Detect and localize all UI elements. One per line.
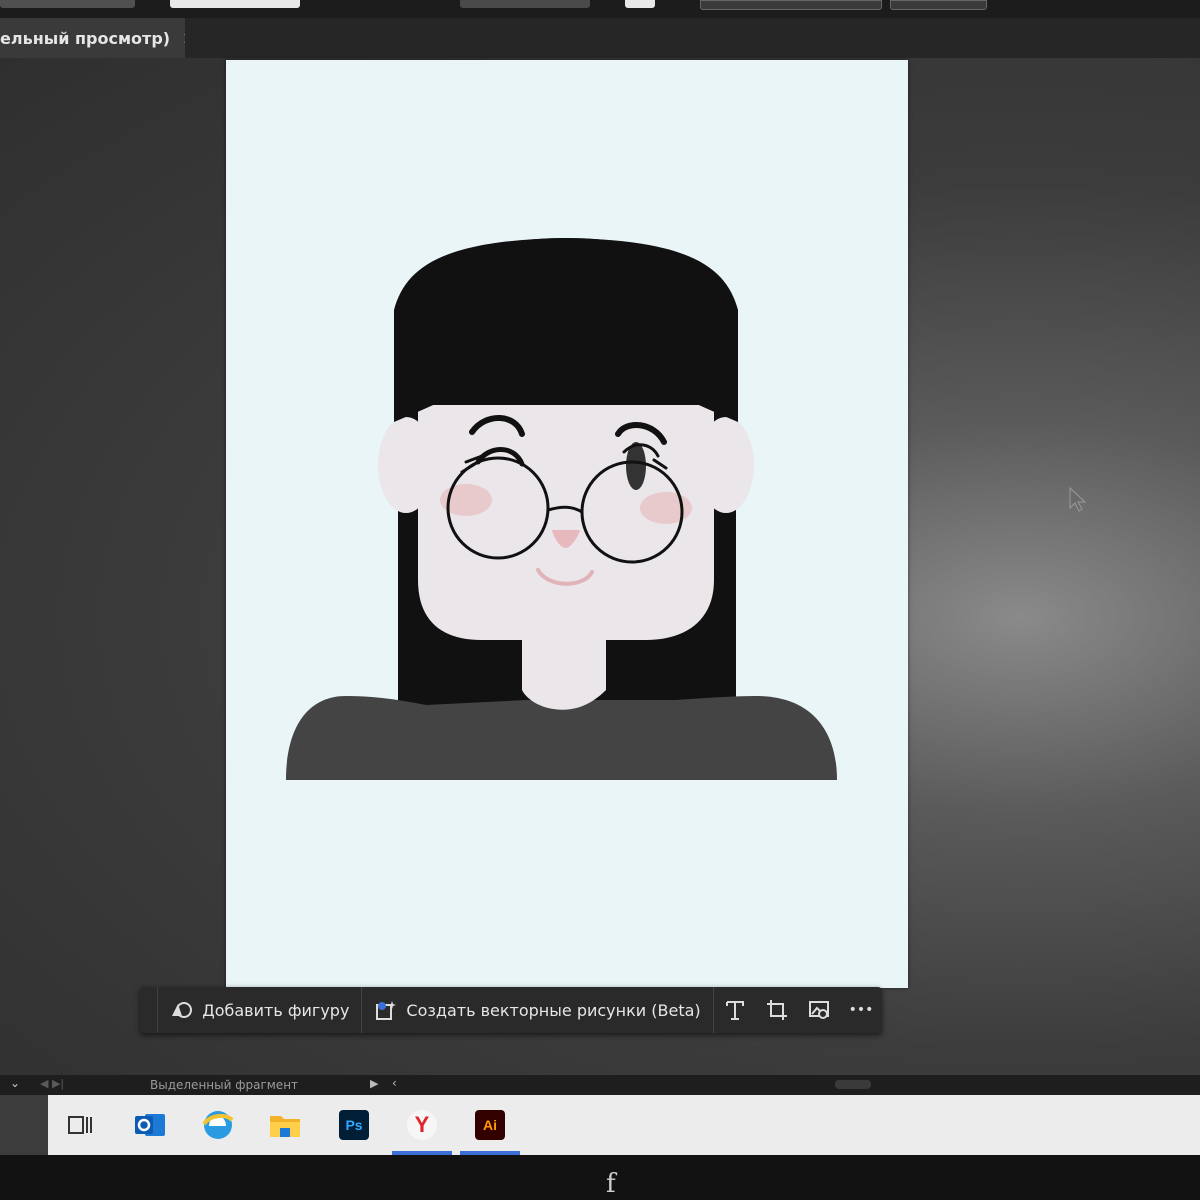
contextual-task-bar: Добавить фигуру Создать векторные рисунк… xyxy=(140,987,882,1033)
photoshop-button[interactable]: Ps xyxy=(336,1107,372,1143)
play-icon[interactable]: ▶ xyxy=(370,1077,378,1090)
crop-artboard-button[interactable] xyxy=(756,987,798,1033)
task-view-icon xyxy=(68,1116,92,1134)
add-shape-button[interactable]: Добавить фигуру xyxy=(158,987,363,1033)
edge-icon xyxy=(202,1111,234,1139)
menu-control[interactable] xyxy=(170,0,300,8)
scroll-left-icon[interactable]: ‹ xyxy=(392,1076,397,1090)
document-tab[interactable]: ельный просмотр) × xyxy=(0,18,197,58)
tab-bar xyxy=(185,18,1200,58)
document-setup-button[interactable] xyxy=(700,0,882,10)
menu-control[interactable] xyxy=(460,0,590,8)
drag-handle[interactable] xyxy=(140,987,159,1033)
horizontal-scrollbar[interactable] xyxy=(835,1080,871,1089)
photoshop-icon: Ps xyxy=(339,1110,369,1140)
text-tool-icon xyxy=(725,1001,744,1020)
collapse-icon[interactable]: ⌄ xyxy=(10,1076,20,1090)
preferences-button[interactable] xyxy=(890,0,987,10)
status-bar: ⌄ ◀ ▶| Выделенный фрагмент ▶ ‹ xyxy=(0,1075,1200,1095)
monitor-bezel: f xyxy=(0,1155,1200,1200)
artboard-navigation[interactable]: ◀ ▶| xyxy=(40,1077,64,1090)
illustrator-label: Ai xyxy=(483,1117,497,1133)
crop-artboard-icon xyxy=(766,1000,787,1020)
file-explorer-button[interactable] xyxy=(267,1107,303,1143)
file-explorer-icon xyxy=(270,1116,300,1137)
illustrator-icon: Ai xyxy=(475,1110,505,1140)
task-view-button[interactable] xyxy=(62,1107,98,1143)
yandex-label: Y xyxy=(414,1112,430,1137)
more-options-button[interactable]: ••• xyxy=(840,987,882,1033)
top-menu-strip xyxy=(0,0,1200,18)
add-shape-label: Добавить фигуру xyxy=(202,1000,350,1020)
text-tool-button[interactable] xyxy=(714,987,756,1033)
shape-icon xyxy=(172,1002,193,1018)
generate-vectors-label: Создать векторные рисунки (Beta) xyxy=(406,1000,701,1020)
artboard[interactable] xyxy=(226,60,908,988)
cursor-icon xyxy=(1069,486,1087,512)
image-trace-button[interactable] xyxy=(798,987,840,1033)
yandex-browser-icon: Y xyxy=(407,1110,437,1140)
monitor-logo: f xyxy=(606,1169,616,1199)
illustrator-button[interactable]: Ai xyxy=(460,1107,520,1155)
generate-vectors-button[interactable]: Создать векторные рисунки (Beta) xyxy=(362,987,714,1033)
document-tab-title: ельный просмотр) xyxy=(0,28,171,48)
menu-control[interactable] xyxy=(625,0,655,8)
outlook-icon xyxy=(135,1114,165,1136)
taskbar-edge xyxy=(0,1095,48,1155)
more-icon: ••• xyxy=(848,1002,874,1018)
right-cheek xyxy=(640,492,692,524)
photoshop-label: Ps xyxy=(345,1117,363,1133)
sparkle-vector-icon xyxy=(376,1001,397,1020)
outlook-button[interactable] xyxy=(132,1107,168,1143)
windows-taskbar: Ps Y Ai xyxy=(0,1095,1200,1155)
menu-control[interactable] xyxy=(0,0,135,8)
edge-button[interactable] xyxy=(200,1107,236,1143)
selection-tool-label: Выделенный фрагмент xyxy=(150,1078,299,1092)
yandex-browser-button[interactable]: Y xyxy=(392,1107,452,1155)
portrait-illustration xyxy=(286,238,837,780)
image-trace-icon xyxy=(808,1001,829,1019)
